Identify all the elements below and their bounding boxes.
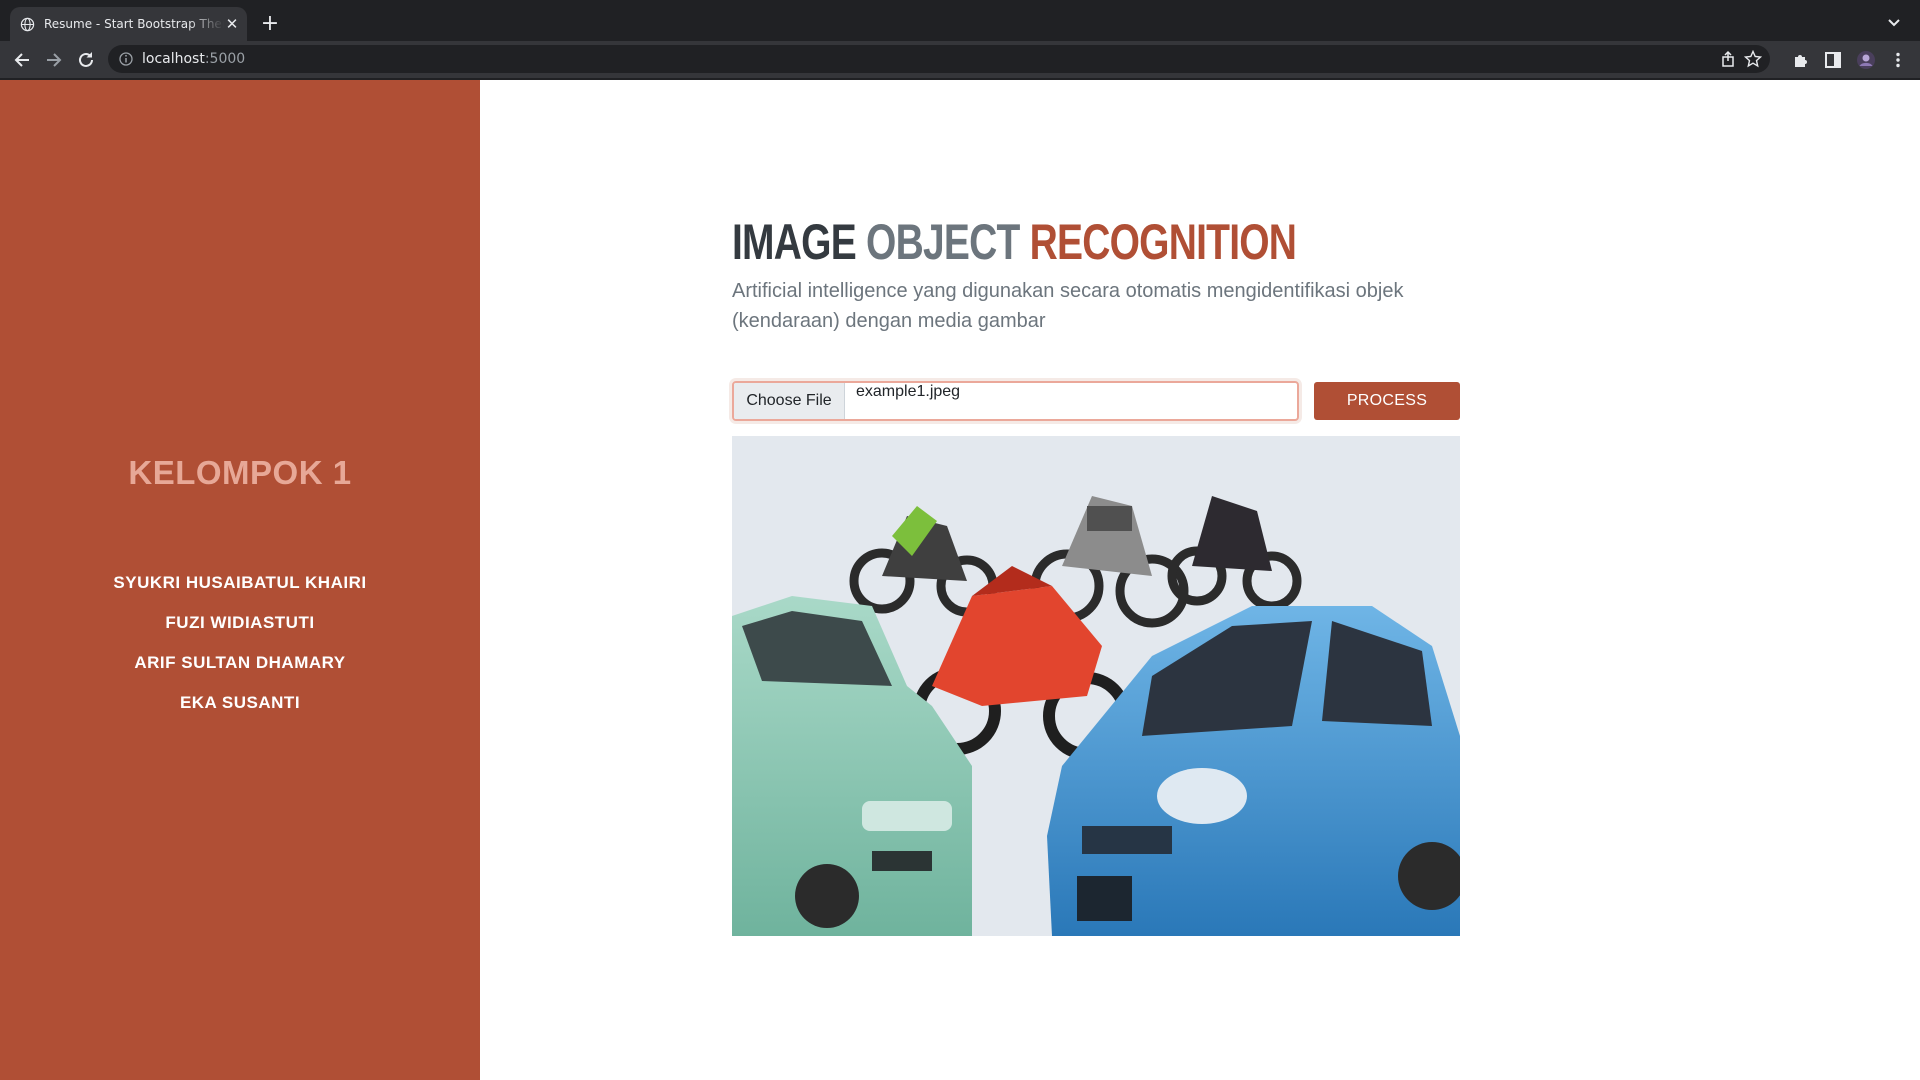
- side-panel-icon[interactable]: [1823, 50, 1843, 70]
- close-icon[interactable]: ✕: [224, 16, 240, 32]
- member-list-item: SYUKRI HUSAIBATUL KHAIRI: [0, 563, 480, 603]
- page-title: IMAGE OBJECT RECOGNITION: [732, 213, 1297, 271]
- title-part-object: OBJECT: [866, 214, 1020, 270]
- puzzle-icon[interactable]: [1791, 50, 1811, 70]
- member-link[interactable]: EKA SUSANTI: [180, 693, 300, 712]
- share-icon[interactable]: [1719, 50, 1737, 68]
- more-vert-icon[interactable]: [1888, 50, 1908, 70]
- member-link[interactable]: SYUKRI HUSAIBATUL KHAIRI: [113, 573, 366, 592]
- tab-strip: Resume - Start Bootstrap Theme ✕ +: [0, 0, 1920, 41]
- active-tab[interactable]: Resume - Start Bootstrap Theme ✕: [10, 7, 247, 41]
- title-part-recognition: RECOGNITION: [1029, 214, 1297, 270]
- selected-file-name: example1.jpeg: [856, 383, 961, 400]
- member-list: SYUKRI HUSAIBATUL KHAIRI FUZI WIDIASTUTI…: [0, 563, 480, 723]
- member-list-item: EKA SUSANTI: [0, 683, 480, 723]
- forward-arrow-icon[interactable]: [43, 49, 65, 71]
- back-arrow-icon[interactable]: [11, 49, 33, 71]
- process-button[interactable]: PROCESS: [1314, 382, 1460, 420]
- page-subtitle: Artificial intelligence yang digunakan s…: [732, 280, 1404, 332]
- browser-toolbar: localhost:5000: [0, 41, 1920, 78]
- url-text: localhost:5000: [142, 51, 246, 67]
- globe-icon: [20, 17, 35, 32]
- tab-title: Resume - Start Bootstrap Theme: [44, 17, 224, 31]
- file-input[interactable]: Choose File example1.jpeg: [732, 381, 1299, 421]
- member-link[interactable]: ARIF SULTAN DHAMARY: [134, 653, 345, 672]
- chevron-down-icon[interactable]: [1884, 12, 1904, 32]
- title-part-image: IMAGE: [732, 214, 857, 270]
- member-list-item: ARIF SULTAN DHAMARY: [0, 643, 480, 683]
- choose-file-button[interactable]: Choose File: [734, 383, 845, 419]
- address-bar[interactable]: localhost:5000: [108, 45, 1770, 73]
- reload-icon[interactable]: [75, 49, 97, 71]
- member-link[interactable]: FUZI WIDIASTUTI: [165, 613, 314, 632]
- avatar[interactable]: [1856, 50, 1876, 70]
- sidebar-brand[interactable]: KELOMPOK 1: [0, 454, 480, 492]
- info-icon[interactable]: [119, 52, 133, 66]
- member-list-item: FUZI WIDIASTUTI: [0, 603, 480, 643]
- uploaded-image-preview: [732, 436, 1460, 936]
- star-icon[interactable]: [1744, 50, 1762, 68]
- main-content: IMAGE OBJECT RECOGNITION Artificial inte…: [480, 80, 1920, 1080]
- plus-icon[interactable]: +: [258, 12, 282, 36]
- sidebar: KELOMPOK 1 SYUKRI HUSAIBATUL KHAIRI FUZI…: [0, 80, 480, 1080]
